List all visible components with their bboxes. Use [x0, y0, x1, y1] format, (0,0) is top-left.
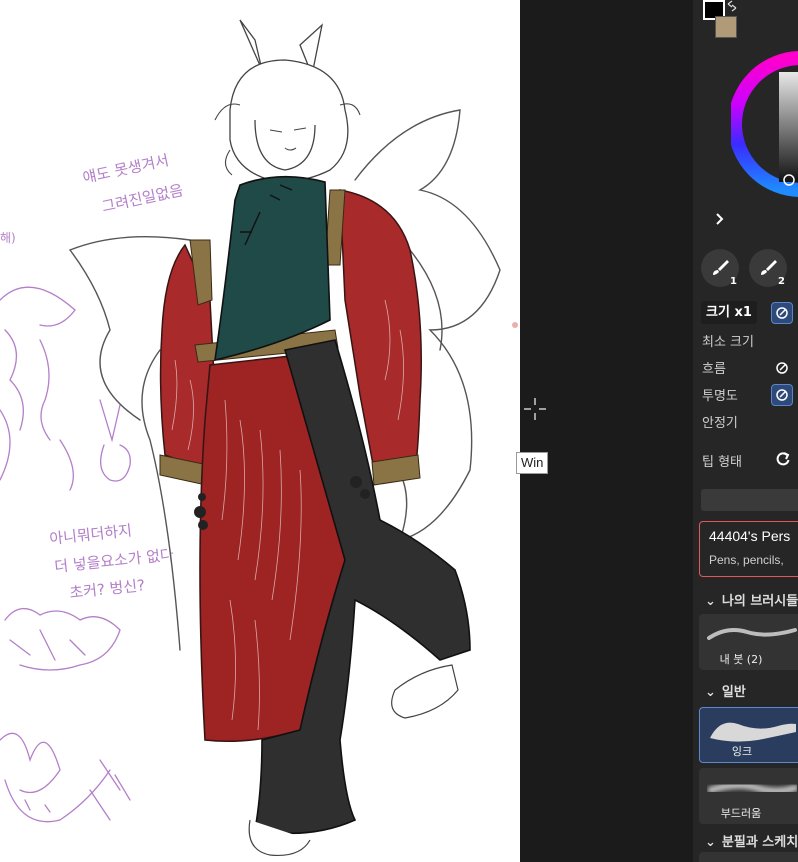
brush-pack-card[interactable]: 44404's Pers Pens, pencils, [699, 521, 798, 577]
handwriting-note-1a: 얘도 못생겨서 [81, 151, 170, 187]
crosshair-cursor-icon [524, 398, 546, 420]
brush-card-ink[interactable]: 잉크 [699, 707, 798, 763]
brush-icon [761, 260, 777, 275]
chevron-down-icon: ⌄ [705, 685, 716, 700]
brush-pack-subtitle: Pens, pencils, [709, 553, 784, 567]
brush-panel: 1 2 크기 x1 최소 크기 흐름 투명도 안정기 팁 형태 44404's … [693, 0, 798, 862]
section-pen-sketch-label: 분필과 스케치 [721, 835, 798, 850]
handwriting-note-2a: 아니뭐더하지 [49, 521, 133, 548]
brush-stroke-preview [707, 781, 797, 795]
canvas-background [520, 0, 693, 862]
handwriting-note-2b: 더 넣을요소가 없다 [54, 546, 175, 576]
drawing-canvas[interactable]: 얘도 못생겨서 그려진일없음 아니뭐더하지 더 넣을요소가 없다 초커? 벙신?… [0, 0, 520, 862]
handwriting-note-2c: 초커? 벙신? [69, 576, 146, 602]
brush-card-partial[interactable] [699, 852, 798, 862]
section-general-label: 일반 [721, 685, 746, 700]
brush-card-soft[interactable]: 부드러움 [699, 768, 798, 824]
opacity-label: 투명도 [702, 389, 738, 404]
flow-pressure-toggle[interactable] [771, 357, 793, 379]
brush-card-my-brush[interactable]: 내 붓 (2) [699, 614, 798, 670]
brush-stroke-preview [707, 628, 797, 640]
chevron-down-icon: ⌄ [705, 835, 716, 850]
brush-slot-1[interactable]: 1 [701, 249, 739, 287]
opacity-pressure-toggle[interactable] [771, 384, 793, 406]
section-pen-sketch[interactable]: ⌄ 분필과 스케치 [705, 831, 798, 850]
size-label[interactable]: 크기 x1 [701, 301, 757, 324]
size-pressure-toggle[interactable] [771, 302, 793, 324]
brush-pack-title: 44404's Pers [709, 528, 791, 544]
chevron-down-icon: ⌄ [705, 594, 716, 609]
chevron-right-icon[interactable] [715, 213, 725, 225]
pen-pressure-icon [776, 362, 788, 374]
swap-colors-icon[interactable] [726, 0, 738, 12]
color-wheel[interactable] [731, 24, 798, 229]
section-general[interactable]: ⌄ 일반 [705, 681, 746, 700]
brush-card-label: 잉크 [731, 745, 753, 758]
brush-icon [713, 260, 729, 275]
artwork: 얘도 못생겨서 그려진일없음 아니뭐더하지 더 넣을요소가 없다 초커? 벙신?… [0, 19, 518, 857]
section-my-brushes-label: 나의 브러시들 [721, 594, 798, 609]
brush-slot-number: 2 [778, 276, 785, 287]
stabilizer-label: 안정기 [702, 416, 738, 431]
tip-shape-slider[interactable] [701, 489, 798, 511]
brush-slot-number: 1 [730, 276, 737, 287]
tooltip: Win [516, 452, 549, 474]
min-size-label: 최소 크기 [702, 335, 754, 350]
handwriting-note-1b: 그려진일없음 [100, 181, 185, 216]
pen-pressure-icon [776, 389, 788, 401]
tip-shape-label: 팁 형태 [702, 455, 743, 470]
brush-slot-2[interactable]: 2 [749, 249, 787, 287]
brush-stroke-preview [710, 722, 796, 742]
reset-icon[interactable] [775, 451, 791, 467]
brush-card-label: 부드러움 [720, 807, 762, 820]
section-my-brushes[interactable]: ⌄ 나의 브러시들 [705, 590, 798, 609]
brush-card-label: 내 붓 (2) [719, 653, 763, 666]
pen-pressure-icon [776, 307, 788, 319]
handwriting-edge-note: 해) [0, 231, 16, 245]
flow-label: 흐름 [702, 362, 726, 377]
